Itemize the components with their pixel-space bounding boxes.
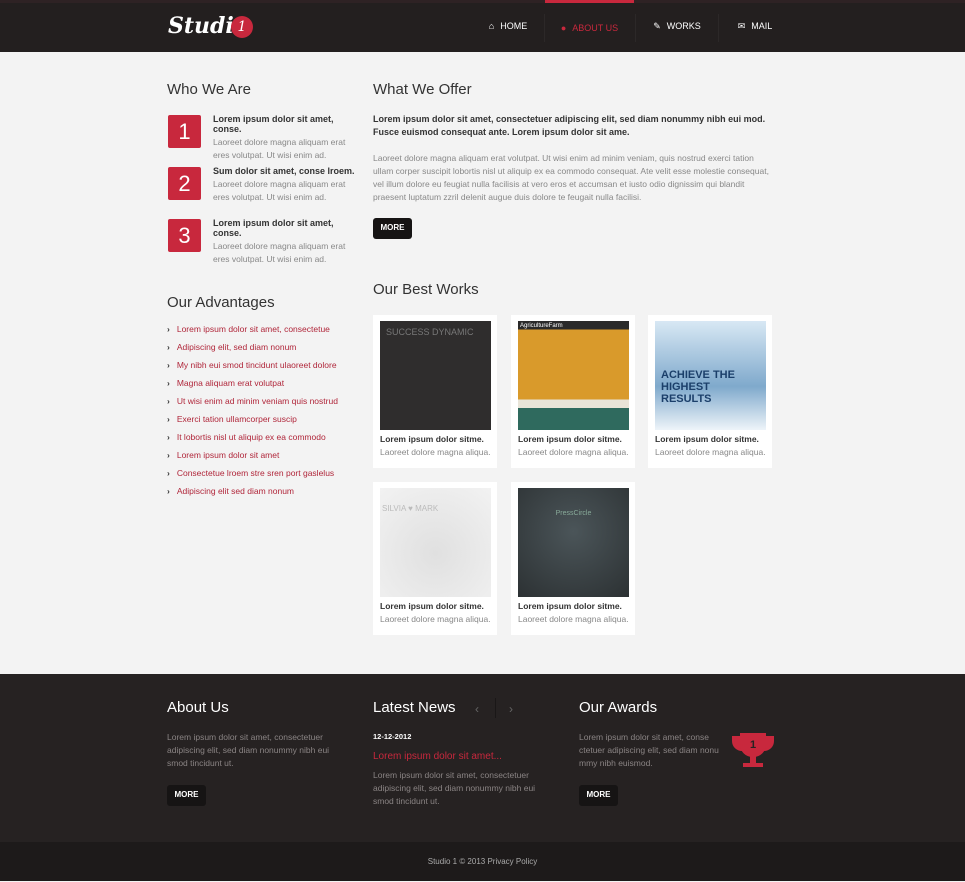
advantage-item[interactable]: › Adipiscing elit, sed diam nonum (167, 342, 296, 352)
footer-news-title: Latest News (373, 699, 456, 716)
who-item: Sum dolor sit amet, conse lroem. Laoreet … (213, 166, 355, 202)
who-title: Who We Are (167, 81, 251, 98)
advantage-item[interactable]: › Consectetue lroem stre sren port gaslel… (167, 468, 334, 478)
number-badge: 3 (168, 219, 201, 252)
work-thumbnail[interactable]: SILVIA ♥ MARK (380, 488, 491, 597)
advantage-item[interactable]: › It lobortis nisl ut aliquip ex ea commo… (167, 432, 326, 442)
offer-lead: Lorem ipsum dolor sit amet, consectetuer… (373, 114, 766, 137)
next-arrow-icon[interactable]: › (509, 702, 513, 716)
svg-text:1: 1 (750, 739, 756, 751)
offer-title: What We Offer (373, 81, 472, 98)
number-badge: 2 (168, 167, 201, 200)
arrow-divider (495, 698, 496, 718)
news-link[interactable]: Lorem ipsum dolor sit amet... (373, 751, 502, 762)
chevron-right-icon: › (167, 360, 170, 370)
awards-text: Lorem ipsum dolor sit amet, conse ctetue… (579, 732, 719, 768)
work-card[interactable]: AgricultureFarm Lorem ipsum dolor sitme. L… (511, 315, 635, 468)
chevron-right-icon: › (167, 432, 170, 442)
advantage-item[interactable]: › My nibh eui smod tincidunt ulaoreet dol… (167, 360, 337, 370)
advantage-item[interactable]: › Exerci tation ullamcorper suscip (167, 414, 297, 424)
work-thumbnail[interactable]: PressCircle (518, 488, 629, 597)
footer-about-text: Lorem ipsum dolor sit amet, consectetuer… (167, 732, 330, 768)
chevron-right-icon: › (167, 486, 170, 496)
advantage-item[interactable]: › Ut wisi enim ad minim veniam quis nostr… (167, 396, 338, 406)
chevron-right-icon: › (167, 396, 170, 406)
work-card[interactable]: SUCCESS DYNAMIC Lorem ipsum dolor sitme. L… (373, 315, 497, 468)
mail-icon: ✉ (737, 20, 746, 31)
chevron-right-icon: › (167, 378, 170, 388)
who-item: Lorem ipsum dolor sit amet, conse. Laoree… (213, 218, 346, 264)
number-badge: 1 (168, 115, 201, 148)
chevron-right-icon: › (167, 414, 170, 424)
work-card[interactable]: SILVIA ♥ MARK Lorem ipsum dolor sitme. Lao… (373, 482, 497, 635)
advantage-item[interactable]: › Adipiscing elit sed diam nonum (167, 486, 294, 496)
chevron-right-icon: › (167, 342, 170, 352)
advantages-title: Our Advantages (167, 294, 275, 311)
nav-works[interactable]: ✎ WORKS (636, 0, 718, 52)
footer-about-title: About Us (167, 699, 229, 716)
pencil-icon: ✎ (653, 20, 661, 31)
more-button[interactable]: MORE (373, 218, 412, 239)
work-thumbnail[interactable]: SUCCESS DYNAMIC (380, 321, 491, 430)
trophy-icon: 1 (732, 733, 774, 767)
news-text: Lorem ipsum dolor sit amet, consectetuer… (373, 770, 536, 806)
work-card[interactable]: PressCircle Lorem ipsum dolor sitme. Laore… (511, 482, 635, 635)
about-more-button[interactable]: MORE (167, 785, 206, 806)
advantage-item[interactable]: › Magna aliquam erat volutpat (167, 378, 284, 388)
works-title: Our Best Works (373, 281, 479, 298)
advantage-item[interactable]: › Lorem ipsum dolor sit amet, consectetue (167, 324, 330, 334)
logo-badge: 1 (231, 16, 253, 38)
chevron-right-icon: › (167, 324, 170, 334)
nav-home[interactable]: ⌂ HOME (472, 0, 544, 52)
offer-body: Laoreet dolore magna aliquam erat volutp… (373, 153, 769, 202)
home-icon: ⌂ (488, 21, 495, 31)
work-card[interactable]: ACHIEVE THE HIGHEST RESULTS Lorem ipsum d… (648, 315, 772, 468)
chevron-right-icon: › (167, 450, 170, 460)
awards-more-button[interactable]: MORE (579, 785, 618, 806)
who-item: Lorem ipsum dolor sit amet, conse. Laoree… (213, 114, 346, 160)
nav-mail[interactable]: ✉ MAIL (719, 0, 791, 52)
prev-arrow-icon[interactable]: ‹ (475, 702, 479, 716)
news-date: 12-12-2012 (373, 732, 412, 741)
chevron-right-icon: › (167, 468, 170, 478)
user-icon: ● (560, 22, 567, 33)
nav-about-us[interactable]: ● ABOUT US (545, 0, 634, 52)
work-thumbnail[interactable]: ACHIEVE THE HIGHEST RESULTS (655, 321, 766, 430)
advantage-item[interactable]: › Lorem ipsum dolor sit amet (167, 450, 279, 460)
copyright[interactable]: Studio 1 © 2013 Privacy Policy (0, 842, 965, 881)
work-thumbnail[interactable]: AgricultureFarm (518, 321, 629, 430)
footer-awards-title: Our Awards (579, 699, 658, 716)
